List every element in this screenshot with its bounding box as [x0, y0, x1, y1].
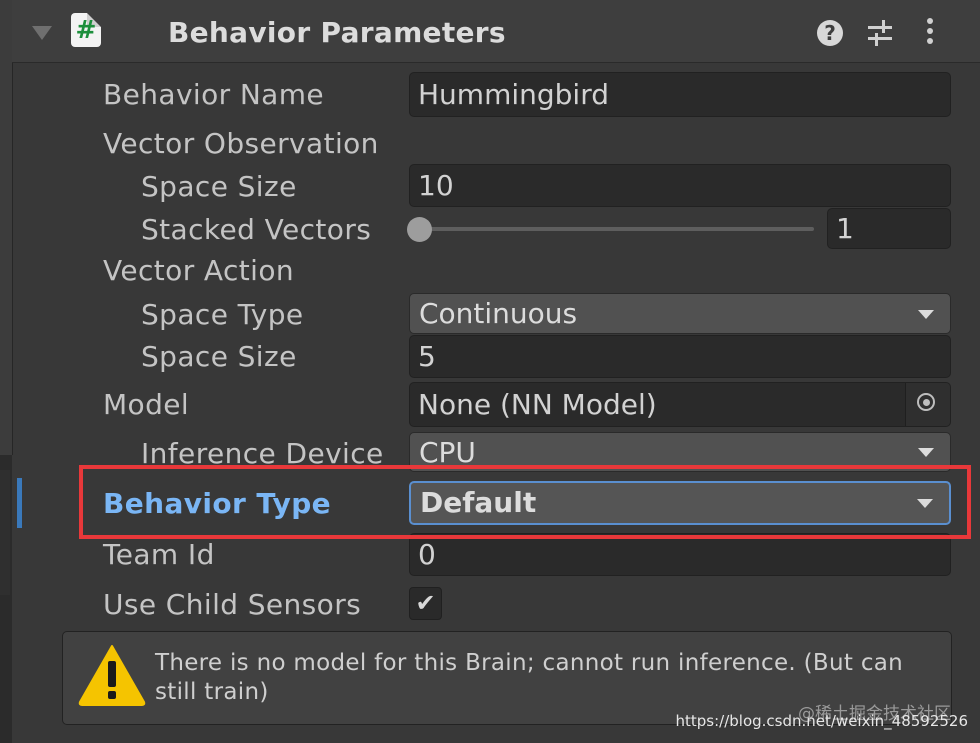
behavior-name-field[interactable]: Hummingbird	[409, 72, 951, 117]
team-id-label: Team Id	[103, 538, 215, 571]
left-panel-strip	[0, 0, 13, 743]
space-type-label: Space Type	[141, 298, 304, 331]
use-child-sensors-label: Use Child Sensors	[103, 588, 362, 621]
vector-action-label: Vector Action	[103, 254, 295, 287]
stacked-vectors-field[interactable]: 1	[827, 208, 951, 249]
observation-space-size-field[interactable]: 10	[409, 164, 951, 207]
warning-icon	[78, 645, 146, 706]
use-child-sensors-checkbox[interactable]: ✔	[409, 587, 442, 620]
watermark-url: https://blog.csdn.net/weixin_48592526	[675, 712, 968, 730]
selection-indicator	[17, 478, 22, 528]
model-value: None (NN Model)	[418, 388, 657, 421]
highlight-annotation-box	[79, 465, 971, 539]
chevron-down-icon	[918, 448, 934, 457]
stacked-vectors-label: Stacked Vectors	[141, 213, 372, 246]
space-type-dropdown[interactable]: Continuous	[409, 293, 951, 334]
left-panel-lower	[0, 470, 10, 595]
behavior-name-label: Behavior Name	[103, 78, 325, 111]
component-title: Behavior Parameters	[168, 16, 506, 49]
csharp-script-icon: #	[71, 13, 101, 47]
help-icon[interactable]: ?	[817, 20, 843, 46]
space-type-value: Continuous	[419, 297, 578, 330]
stacked-vectors-slider-track[interactable]	[418, 227, 814, 231]
object-picker-icon[interactable]	[905, 383, 950, 426]
kebab-menu-icon[interactable]	[925, 18, 935, 48]
presets-icon[interactable]	[867, 19, 893, 47]
component-header[interactable]: # Behavior Parameters ?	[12, 0, 980, 63]
model-object-field[interactable]: None (NN Model)	[409, 382, 951, 427]
action-space-size-field[interactable]: 5	[409, 335, 951, 378]
script-icon-hash: #	[75, 15, 97, 44]
object-picker-dot	[923, 399, 930, 406]
left-panel-upper	[0, 0, 13, 455]
foldout-arrow-icon[interactable]	[32, 26, 52, 40]
vector-observation-label: Vector Observation	[103, 127, 379, 160]
observation-space-size-label: Space Size	[141, 170, 297, 203]
chevron-down-icon	[918, 309, 934, 319]
stacked-vectors-slider-thumb[interactable]	[407, 217, 432, 242]
team-id-field[interactable]: 0	[409, 533, 951, 576]
action-space-size-label: Space Size	[141, 340, 297, 373]
model-label: Model	[103, 388, 190, 421]
